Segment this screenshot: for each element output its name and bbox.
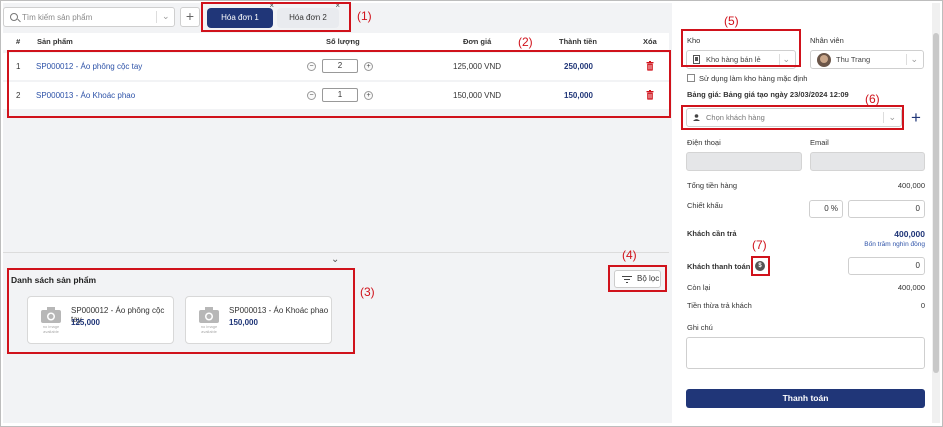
chevron-down-icon[interactable]: ⌄ [162, 11, 170, 22]
note-textarea[interactable] [686, 337, 925, 369]
add-customer-button[interactable]: + [911, 108, 921, 127]
avatar [817, 53, 831, 67]
customer-paid-label: Khách thanh toán [687, 262, 751, 271]
note-label: Ghi chú [687, 323, 713, 332]
col-quantity: Số lượng [326, 37, 360, 46]
annotation-label-4: (4) [622, 248, 637, 262]
col-price: Đơn giá [463, 37, 492, 46]
annotation-label-7: (7) [752, 238, 767, 252]
discount-percent-input[interactable]: 0 % [809, 200, 843, 218]
col-index: # [16, 37, 21, 46]
annotation-label-5: (5) [724, 14, 739, 28]
remaining-value: 400,000 [897, 283, 925, 292]
add-invoice-button[interactable]: + [180, 7, 200, 27]
customer-due-words: Bốn trăm nghìn đồng [864, 241, 925, 248]
col-total: Thành tiền [559, 37, 597, 46]
divider [156, 11, 157, 23]
change-value: 0 [920, 301, 925, 310]
change-label: Tiền thừa trả khách [687, 301, 752, 310]
annotation-box-7 [751, 256, 770, 276]
chevron-down-icon[interactable]: ⌄ [331, 254, 339, 265]
default-warehouse-label: Sử dụng làm kho hàng mặc định [699, 74, 808, 83]
annotation-box-4 [608, 265, 667, 292]
product-search[interactable]: ⌄ [3, 7, 175, 27]
annotation-label-6: (6) [865, 92, 880, 106]
product-search-input[interactable] [22, 10, 152, 24]
staff-label: Nhân viên [810, 36, 844, 45]
staff-value: Thu Trang [836, 55, 871, 64]
price-list-label: Bảng giá: Bảng giá tạo ngày 23/03/2024 1… [687, 90, 849, 99]
annotation-box-3 [7, 268, 355, 354]
customer-paid-input[interactable]: 0 [848, 257, 925, 275]
total-label: Tổng tiền hàng [687, 181, 738, 190]
annotation-box-2 [7, 50, 671, 118]
annotation-box-5 [681, 29, 801, 67]
scrollbar-thumb[interactable] [933, 33, 939, 373]
customer-due-label: Khách cần trả [687, 229, 737, 238]
table-header: # Sản phẩm Số lượng Đơn giá Thành tiền X… [3, 33, 669, 50]
annotation-label-1: (1) [357, 9, 372, 23]
customer-due-value: 400,000 [894, 229, 925, 239]
col-product: Sản phẩm [37, 37, 73, 46]
pay-button[interactable]: Thanh toán [686, 389, 925, 408]
default-warehouse-checkbox[interactable] [687, 74, 695, 82]
annotation-label-3: (3) [360, 285, 375, 299]
discount-label: Chiết khấu [687, 201, 723, 210]
chevron-down-icon: ⌄ [910, 54, 918, 64]
divider [3, 252, 669, 253]
phone-field [686, 152, 802, 171]
total-value: 400,000 [897, 181, 925, 190]
phone-label: Điện thoại [687, 138, 721, 147]
annotation-label-2: (2) [518, 35, 533, 49]
remaining-label: Còn lại [687, 283, 711, 292]
annotation-box-1 [201, 2, 351, 32]
sidebar-scrollbar[interactable] [932, 3, 940, 423]
annotation-box-6 [681, 105, 904, 130]
email-label: Email [810, 138, 829, 147]
col-delete: Xóa [643, 37, 657, 46]
search-icon [10, 13, 18, 21]
discount-value-input[interactable]: 0 [848, 200, 925, 218]
email-field [810, 152, 925, 171]
divider [906, 54, 907, 65]
